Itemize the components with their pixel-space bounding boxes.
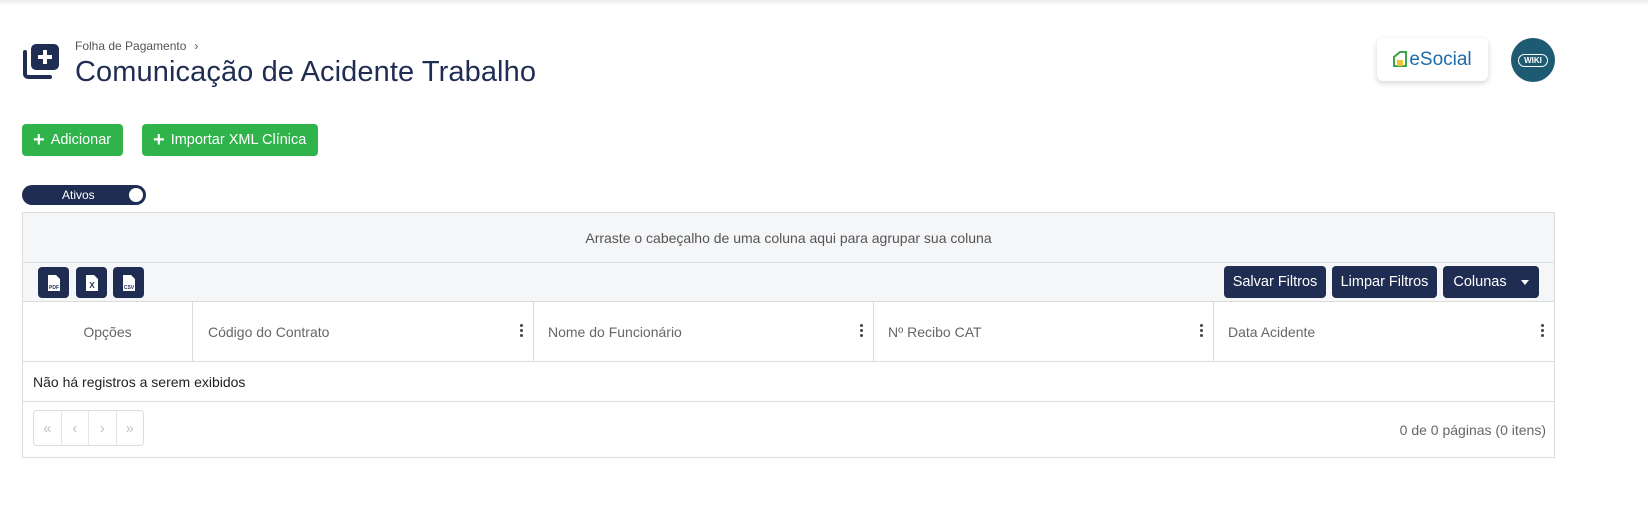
columns-dropdown-label: Colunas xyxy=(1453,274,1507,290)
active-toggle[interactable]: Ativos xyxy=(22,185,146,205)
save-filters-button[interactable]: Salvar Filtros xyxy=(1224,266,1326,298)
empty-message: Não há registros a serem exibidos xyxy=(23,362,1554,402)
page-header: Folha de Pagamento › Comunicação de Acid… xyxy=(22,38,536,89)
svg-text:PDF: PDF xyxy=(49,285,59,291)
top-shadow xyxy=(0,0,1648,6)
caret-down-icon xyxy=(1520,279,1529,285)
column-menu-icon[interactable] xyxy=(520,324,523,338)
esocial-label: eSocial xyxy=(1409,48,1472,70)
breadcrumb: Folha de Pagamento › xyxy=(75,38,536,54)
prev-page-icon[interactable]: ‹ xyxy=(62,411,89,445)
column-header-label: Data Acidente xyxy=(1228,323,1316,340)
column-header-accident-date[interactable]: Data Acidente xyxy=(1214,302,1554,361)
import-xml-button-label: Importar XML Clínica xyxy=(170,132,307,148)
next-page-icon[interactable]: › xyxy=(89,411,117,445)
column-header-label: Opções xyxy=(83,323,132,340)
pager-row: « ‹ › » 0 de 0 páginas (0 itens) xyxy=(23,402,1554,457)
svg-text:X: X xyxy=(89,281,95,290)
esocial-logo-icon xyxy=(1393,50,1408,67)
page-info: 0 de 0 páginas (0 itens) xyxy=(1399,422,1546,438)
excel-icon: X xyxy=(85,274,98,291)
group-panel[interactable]: Arraste o cabeçalho de uma coluna aqui p… xyxy=(23,213,1554,263)
column-menu-icon[interactable] xyxy=(1541,324,1544,338)
page-title: Comunicação de Acidente Trabalho xyxy=(75,56,537,88)
pdf-icon: PDF xyxy=(47,274,60,291)
group-panel-text: Arraste o cabeçalho de uma coluna aqui p… xyxy=(585,229,992,246)
plus-icon: + xyxy=(153,129,165,151)
add-button-label: Adicionar xyxy=(50,132,112,148)
active-toggle-label: Ativos xyxy=(62,188,95,202)
export-pdf-button[interactable]: PDF xyxy=(38,267,69,298)
column-menu-icon[interactable] xyxy=(860,324,863,338)
add-document-icon xyxy=(22,42,60,80)
grid-header-row: Opções Código do Contrato Nome do Funcio… xyxy=(23,302,1554,362)
column-header-label: Código do Contrato xyxy=(208,323,330,340)
column-header-label: Nº Recibo CAT xyxy=(888,323,982,340)
toggle-knob xyxy=(129,188,143,202)
first-page-icon[interactable]: « xyxy=(34,411,62,445)
svg-text:CSV: CSV xyxy=(123,285,134,291)
column-header-contract-code[interactable]: Código do Contrato xyxy=(193,302,534,361)
csv-icon: CSV xyxy=(122,274,135,291)
chevron-right-icon: › xyxy=(194,39,199,53)
pager: « ‹ › » xyxy=(33,410,144,446)
export-excel-button[interactable]: X xyxy=(76,267,107,298)
import-xml-button[interactable]: + Importar XML Clínica xyxy=(142,124,319,156)
add-button[interactable]: + Adicionar xyxy=(22,124,124,156)
esocial-button[interactable]: eSocial xyxy=(1377,38,1488,81)
grid-toolbar: PDF X CSV Salvar Filtros Limpar Filtros … xyxy=(23,263,1554,302)
breadcrumb-item[interactable]: Folha de Pagamento xyxy=(75,39,186,53)
column-header-label: Nome do Funcionário xyxy=(548,323,682,340)
clear-filters-button[interactable]: Limpar Filtros xyxy=(1332,266,1437,298)
wiki-button[interactable]: WIKI xyxy=(1511,38,1555,82)
column-header-cat-receipt[interactable]: Nº Recibo CAT xyxy=(874,302,1214,361)
last-page-icon[interactable]: » xyxy=(117,411,144,445)
export-csv-button[interactable]: CSV xyxy=(113,267,144,298)
column-header-options[interactable]: Opções xyxy=(23,302,193,361)
column-header-employee-name[interactable]: Nome do Funcionário xyxy=(534,302,874,361)
column-menu-icon[interactable] xyxy=(1200,324,1203,338)
plus-icon: + xyxy=(33,129,45,151)
wiki-label: WIKI xyxy=(1518,53,1548,67)
data-grid: Arraste o cabeçalho de uma coluna aqui p… xyxy=(22,212,1555,458)
columns-dropdown-button[interactable]: Colunas xyxy=(1443,266,1539,298)
